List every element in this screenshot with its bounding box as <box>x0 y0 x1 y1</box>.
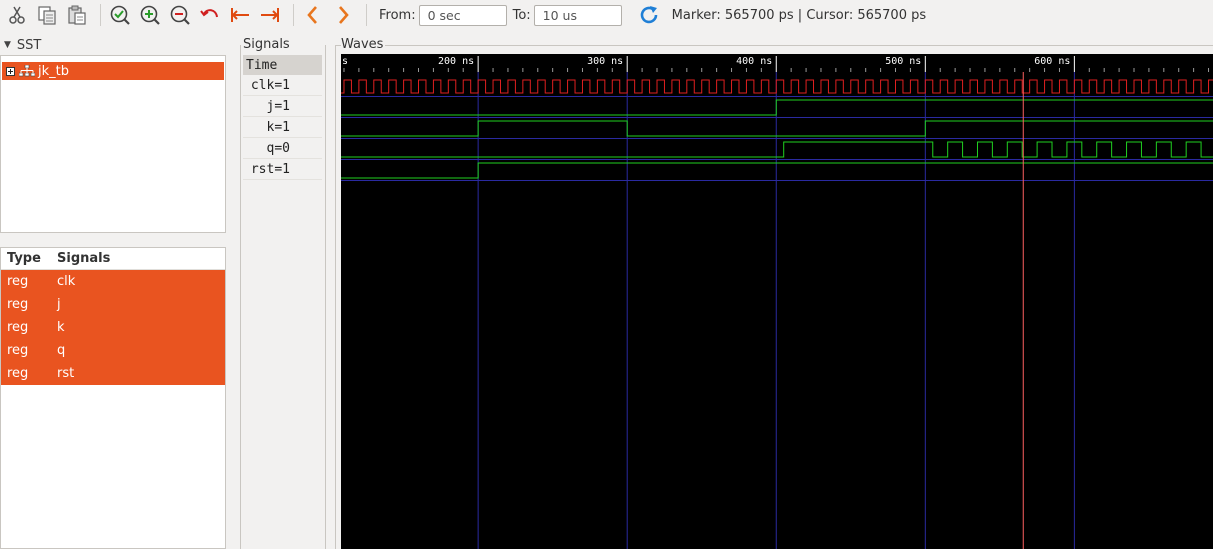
signal-type: reg <box>7 274 29 289</box>
cut-button[interactable] <box>4 2 30 28</box>
tree-item-label: jk_tb <box>38 63 69 79</box>
prev-edge-button[interactable] <box>300 2 326 28</box>
zoom-out-icon <box>170 5 190 25</box>
wave-background <box>341 54 1213 549</box>
signal-name: j <box>57 297 61 312</box>
chevron-left-icon <box>307 6 317 24</box>
signal-type: reg <box>7 366 29 381</box>
ruler-tick-label: 300 ns <box>587 56 623 67</box>
signals-title: Signals <box>243 37 292 52</box>
signal-row-q[interactable]: q =0 <box>243 138 322 159</box>
next-edge-button[interactable] <box>330 2 356 28</box>
signal-list-row[interactable]: reg rst <box>1 362 225 385</box>
ruler-tick-label: 500 ns <box>885 56 921 67</box>
paste-button[interactable] <box>64 2 90 28</box>
undo-icon <box>200 9 218 18</box>
signal-list-row[interactable]: reg k <box>1 316 225 339</box>
time-row[interactable]: Time <box>243 55 322 75</box>
sst-tree[interactable]: jk_tb <box>0 55 226 233</box>
signal-name: clk <box>57 274 76 289</box>
signal-name: q <box>57 343 66 358</box>
marker-cursor-readout: Marker: 565700 ps | Cursor: 565700 ps <box>671 7 927 23</box>
signal-label: rst <box>250 161 275 177</box>
type-column-header[interactable]: Type <box>1 251 51 266</box>
signal-type: reg <box>7 343 29 358</box>
signal-type: reg <box>7 297 29 312</box>
reload-icon <box>640 6 657 24</box>
expand-icon[interactable] <box>6 66 15 76</box>
signal-type-list: Type Signals reg clk reg j reg k reg q r… <box>0 247 226 549</box>
waves-title: Waves <box>341 37 386 52</box>
signal-name: k <box>57 320 65 335</box>
from-input[interactable] <box>418 4 507 26</box>
signal-value: =1 <box>274 77 290 93</box>
signal-list-row[interactable]: reg q <box>1 339 225 362</box>
chevron-right-icon <box>339 6 349 24</box>
to-label: To: <box>512 7 531 23</box>
signal-row-clk[interactable]: clk =1 <box>243 75 322 96</box>
signal-row-k[interactable]: k =1 <box>243 117 322 138</box>
copy-button[interactable] <box>34 2 60 28</box>
hierarchy-icon <box>19 65 35 77</box>
zoom-fit-icon <box>110 5 130 25</box>
zoom-in-icon <box>140 5 160 25</box>
toolbar-separator <box>293 4 294 26</box>
signals-name-column: Time clk =1 j =1 k =1 q =0 rst =1 <box>243 55 322 180</box>
signal-row-rst[interactable]: rst =1 <box>243 159 322 180</box>
zoom-start-icon <box>231 8 249 22</box>
signal-value: =1 <box>274 119 290 135</box>
ruler-tick-label: 600 ns <box>1034 56 1070 67</box>
ruler-tick-label: 200 ns <box>438 56 474 67</box>
paste-icon <box>68 5 86 25</box>
signal-label: q <box>266 140 275 156</box>
signal-list-header: Type Signals <box>1 248 225 270</box>
signal-list-row[interactable]: reg clk <box>1 270 225 293</box>
sst-title: SST <box>16 37 42 53</box>
signal-name: rst <box>57 366 75 381</box>
signal-label: j <box>266 98 275 114</box>
signal-value: =1 <box>274 98 290 114</box>
waveform-canvas[interactable]: s200 ns300 ns400 ns500 ns600 ns7 <box>341 54 1213 549</box>
signal-value: =1 <box>274 161 290 177</box>
signal-value: =0 <box>274 140 290 156</box>
signal-list-row[interactable]: reg j <box>1 293 225 316</box>
tree-item-jk-tb[interactable]: jk_tb <box>2 62 224 80</box>
signal-label: clk <box>250 77 275 93</box>
collapse-triangle-icon[interactable]: ▼ <box>4 40 11 50</box>
signal-label: k <box>266 119 275 135</box>
ruler-tick-label: s <box>342 56 348 67</box>
copy-icon <box>38 6 56 25</box>
gtkwave-window: From: To: Marker: 565700 ps | Cursor: 56… <box>0 0 1213 549</box>
signal-row-j[interactable]: j =1 <box>243 96 322 117</box>
zoom-fit-button[interactable] <box>107 2 133 28</box>
ruler-tick-label: 400 ns <box>736 56 772 67</box>
signals-column-header[interactable]: Signals <box>51 251 110 266</box>
toolbar-separator <box>366 4 367 26</box>
from-label: From: <box>379 7 416 23</box>
zoom-out-button[interactable] <box>167 2 193 28</box>
toolbar-separator <box>100 4 101 26</box>
signal-type: reg <box>7 320 29 335</box>
undo-zoom-button[interactable] <box>197 2 223 28</box>
reload-button[interactable] <box>636 2 662 28</box>
sst-header[interactable]: ▼ SST <box>0 36 226 54</box>
zoom-in-button[interactable] <box>137 2 163 28</box>
toolbar: From: To: Marker: 565700 ps | Cursor: 56… <box>0 0 1213 30</box>
zoom-to-start-button[interactable] <box>227 2 253 28</box>
zoom-to-end-button[interactable] <box>257 2 283 28</box>
zoom-end-icon <box>261 8 279 22</box>
to-input[interactable] <box>533 4 622 26</box>
scissors-icon <box>9 6 25 24</box>
